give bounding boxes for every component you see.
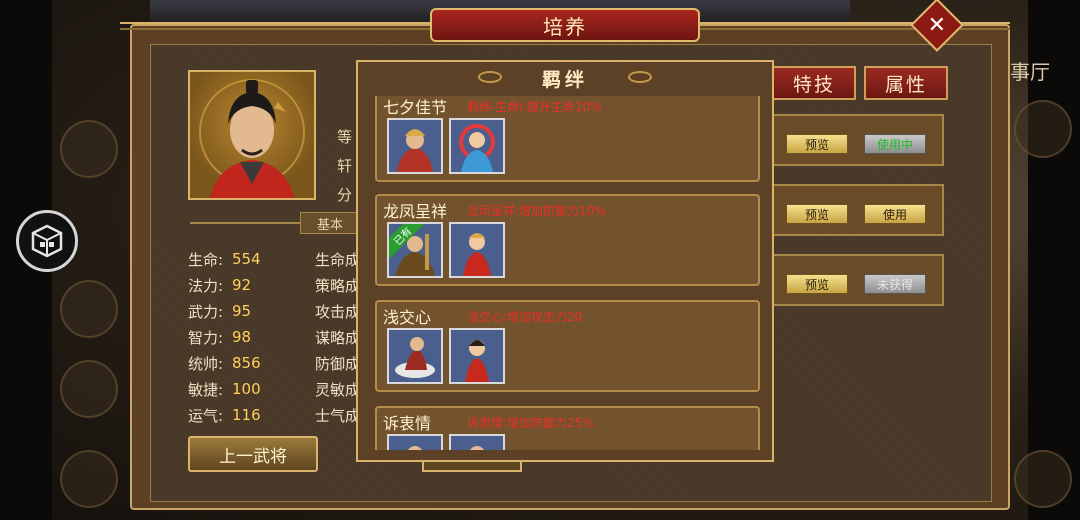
growth-label-row: 谋略成 bbox=[315, 324, 357, 350]
bond-dialog-header: 羁绊 bbox=[358, 62, 772, 94]
bg-menu-circle bbox=[60, 450, 118, 508]
stat-value: 116 bbox=[232, 406, 261, 424]
character-icon[interactable] bbox=[387, 434, 443, 450]
bond-card: 诉衷情 诉衷情:增加防御力25% bbox=[375, 406, 760, 450]
hexagon-box-icon bbox=[31, 224, 63, 258]
character-icon[interactable] bbox=[449, 434, 505, 450]
bond-name: 诉衷情 bbox=[383, 414, 432, 433]
hero-info-label: 分 bbox=[337, 186, 353, 204]
growth-label: 策略成 bbox=[315, 276, 357, 295]
bg-menu-circle bbox=[1014, 100, 1072, 158]
stat-label: 智力: bbox=[188, 328, 224, 347]
bond-description: 浅交心:增加攻击力20 bbox=[467, 310, 583, 324]
stat-value: 95 bbox=[232, 302, 252, 320]
growth-label-row: 策略成 bbox=[315, 272, 357, 298]
title-ornament-right bbox=[700, 22, 1010, 30]
hero-info-label: 等 bbox=[337, 128, 353, 146]
growth-label-row: 灵敏成 bbox=[315, 376, 357, 402]
growth-label: 灵敏成 bbox=[315, 380, 357, 399]
growth-label: 谋略成 bbox=[315, 328, 357, 347]
bond-card: 七夕佳节 羁绊-生命Ⅰ:提升生命10% bbox=[375, 96, 760, 182]
bg-menu-circle bbox=[60, 280, 118, 338]
bond-description: 诉衷情:增加防御力25% bbox=[467, 416, 594, 430]
use-button[interactable]: 使用 bbox=[864, 204, 926, 224]
floating-menu-button[interactable] bbox=[16, 210, 78, 272]
bond-list[interactable]: 七夕佳节 羁绊-生命Ⅰ:提升生命10% 龙凤呈祥 龙凤呈祥:增加防御力10% 已… bbox=[372, 96, 762, 450]
bg-menu-circle bbox=[60, 360, 118, 418]
bg-menu-circle bbox=[1014, 450, 1072, 508]
tab-basic[interactable]: 基本 bbox=[300, 212, 360, 234]
growth-label-row: 防御成 bbox=[315, 350, 357, 376]
growth-label-row: 生命成 bbox=[315, 246, 357, 272]
divider bbox=[190, 222, 300, 224]
hero-portrait bbox=[188, 70, 316, 200]
preview-button[interactable]: 预览 bbox=[786, 134, 848, 154]
character-icon[interactable] bbox=[449, 222, 505, 278]
growth-label: 防御成 bbox=[315, 354, 357, 373]
growth-label: 攻击成 bbox=[315, 302, 357, 321]
bg-menu-circle bbox=[60, 120, 118, 178]
bond-description: 龙凤呈祥:增加防御力10% bbox=[467, 204, 606, 218]
window-title: 培养 bbox=[430, 8, 700, 42]
ornament-icon bbox=[628, 71, 652, 83]
stat-value: 554 bbox=[232, 250, 261, 268]
growth-label-row: 士气成 bbox=[315, 402, 357, 428]
bond-name: 龙凤呈祥 bbox=[383, 202, 448, 221]
stat-value: 98 bbox=[232, 328, 252, 346]
stat-value: 92 bbox=[232, 276, 252, 294]
bond-dialog: 羁绊 七夕佳节 羁绊-生命Ⅰ:提升生命10% 龙凤呈祥 龙凤呈祥:增加防御力10… bbox=[356, 60, 774, 462]
hero-growth-stats: 生命成 策略成 攻击成 谋略成 防御成 灵敏成 士气成 bbox=[315, 246, 357, 428]
in-use-button[interactable]: 使用中 bbox=[864, 134, 926, 154]
stat-label: 武力: bbox=[188, 302, 224, 321]
preview-button[interactable]: 预览 bbox=[786, 204, 848, 224]
bond-name: 浅交心 bbox=[383, 308, 432, 327]
character-icon[interactable] bbox=[449, 118, 505, 174]
bond-description: 羁绊-生命Ⅰ:提升生命10% bbox=[467, 100, 602, 114]
character-icon[interactable] bbox=[449, 328, 505, 384]
stat-label: 统帅: bbox=[188, 354, 224, 373]
not-obtained-button[interactable]: 未获得 bbox=[864, 274, 926, 294]
character-icon[interactable] bbox=[387, 328, 443, 384]
stat-value: 100 bbox=[232, 380, 261, 398]
stat-value: 856 bbox=[232, 354, 261, 372]
bond-card: 浅交心 浅交心:增加攻击力20 bbox=[375, 300, 760, 392]
stat-label: 运气: bbox=[188, 406, 224, 425]
preview-button[interactable]: 预览 bbox=[786, 274, 848, 294]
prev-hero-button[interactable]: 上一武将 bbox=[188, 436, 318, 472]
stat-label: 法力: bbox=[188, 276, 224, 295]
growth-label: 生命成 bbox=[315, 250, 357, 269]
ornament-icon bbox=[478, 71, 502, 83]
stat-label: 敏捷: bbox=[188, 380, 224, 399]
bond-name: 七夕佳节 bbox=[383, 98, 448, 117]
close-icon: ✕ bbox=[927, 12, 947, 38]
tab-skills[interactable]: 特技 bbox=[772, 66, 856, 100]
tab-attributes[interactable]: 属性 bbox=[864, 66, 948, 100]
growth-label: 士气成 bbox=[315, 406, 357, 425]
character-icon[interactable] bbox=[387, 118, 443, 174]
hero-info-label: 轩 bbox=[337, 157, 353, 175]
growth-label-row: 攻击成 bbox=[315, 298, 357, 324]
title-ornament-left bbox=[120, 22, 430, 30]
bond-dialog-title: 羁绊 bbox=[541, 68, 588, 91]
stat-label: 生命: bbox=[188, 250, 224, 269]
bond-card: 龙凤呈祥 龙凤呈祥:增加防御力10% 已有 bbox=[375, 194, 760, 286]
character-icon[interactable]: 已有 bbox=[387, 222, 443, 278]
